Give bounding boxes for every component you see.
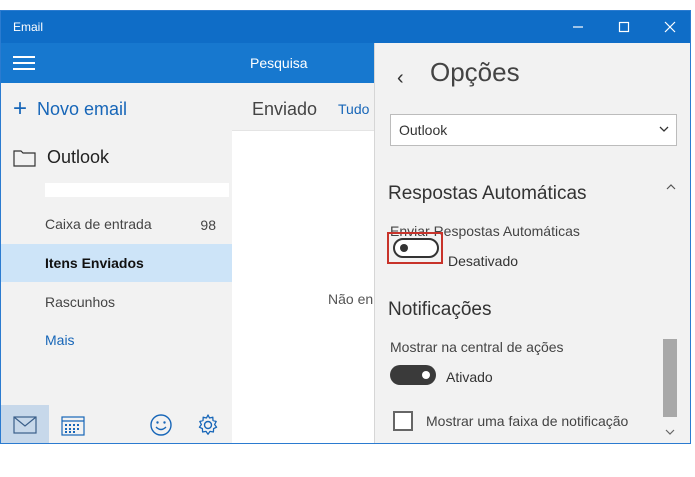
auto-reply-section-title: Respostas Automáticas [388,183,587,204]
new-email-label: Novo email [37,98,128,119]
smiley-icon [150,414,172,436]
back-arrow-icon[interactable]: ‹ [397,67,404,90]
options-pane: ‹ Opções Outlook Respostas Automáticas E… [374,43,690,443]
folder-label: Caixa de entrada [45,216,152,232]
filter-dropdown[interactable]: Tudo [338,101,369,117]
folder-label: Rascunhos [45,294,116,310]
empty-list-message: Não en [328,291,374,307]
unread-count: 98 [200,217,216,233]
close-button[interactable] [647,11,690,43]
account-label: Outlook [47,147,110,167]
plus-icon: + [13,95,28,122]
banner-checkbox[interactable] [393,411,413,431]
feedback-button[interactable] [137,405,185,443]
hamburger-icon[interactable] [13,56,35,70]
close-icon [664,21,676,33]
action-center-state: Ativado [446,369,493,385]
chevron-up-icon[interactable] [665,181,677,193]
nav-bottom-bar [1,405,232,443]
notifications-section-title: Notificações [388,299,492,320]
mail-button[interactable] [1,405,49,443]
folder-icon [13,149,36,167]
auto-reply-toggle[interactable] [393,238,439,258]
title-bar: Email [1,11,690,43]
mail-icon [13,416,37,434]
options-scrollbar-thumb[interactable] [663,339,677,417]
account-email-redacted [45,183,229,197]
action-center-label: Mostrar na central de ações [390,339,564,355]
auto-reply-toggle-highlight [387,232,443,264]
scroll-down-icon[interactable] [665,427,675,437]
search-box[interactable]: Pesquisa [232,43,374,83]
chevron-down-icon [659,126,669,132]
banner-label: Mostrar uma faixa de notificação [426,413,629,429]
calendar-icon [61,416,85,436]
auto-reply-state: Desativado [448,253,519,269]
settings-button[interactable] [184,405,232,443]
message-list-header: Enviado Tudo [232,83,374,131]
action-center-toggle[interactable] [390,365,436,385]
nav-header [1,43,232,83]
folder-label: Mais [45,332,75,348]
folder-more[interactable]: Mais [1,321,232,359]
folder-label: Itens Enviados [45,255,144,271]
maximize-button[interactable] [601,11,647,43]
gear-icon [198,414,218,435]
minimize-icon [573,26,583,28]
account-select[interactable]: Outlook [390,114,677,146]
account-item[interactable]: Outlook [13,147,109,168]
navigation-pane: + Novo email Outlook Caixa de entrada 98… [1,43,232,443]
folder-sent-items[interactable]: Itens Enviados [1,244,232,282]
maximize-icon [618,21,630,33]
minimize-button[interactable] [555,11,601,43]
folder-inbox[interactable]: Caixa de entrada 98 [1,205,232,243]
calendar-button[interactable] [49,405,97,443]
options-title: Opções [430,57,520,87]
search-placeholder: Pesquisa [250,55,308,71]
account-select-value: Outlook [399,122,448,138]
toggle-knob [422,371,430,379]
folder-drafts[interactable]: Rascunhos [1,283,232,321]
toggle-knob [400,244,408,252]
current-folder-title: Enviado [252,99,318,119]
message-list-pane: Pesquisa Enviado Tudo Não en [232,43,374,443]
window-title: Email [13,20,44,34]
new-email-button[interactable]: + Novo email [13,97,127,121]
email-window: Email + Novo email Outlook Caixa de entr… [0,10,691,444]
